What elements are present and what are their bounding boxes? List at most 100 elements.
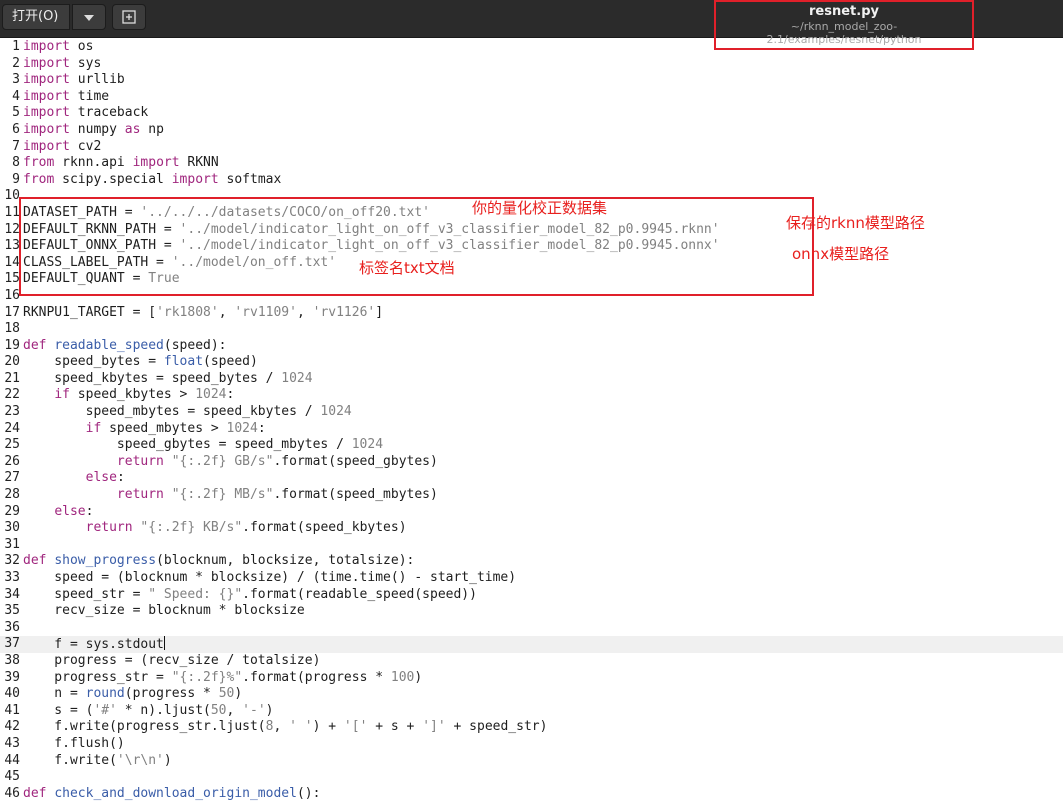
line-number: 10 <box>4 188 20 204</box>
code-line[interactable]: 20 speed_bytes = float(speed) <box>0 354 1063 371</box>
code-line[interactable]: 2 import sys <box>0 56 1063 73</box>
open-dropdown-button[interactable] <box>72 4 106 30</box>
code-line[interactable]: 35 recv_size = blocknum * blocksize <box>0 603 1063 620</box>
code-line[interactable]: 38 progress = (recv_size / totalsize) <box>0 653 1063 670</box>
code-line[interactable]: 28 return "{:.2f} MB/s".format(speed_mby… <box>0 487 1063 504</box>
code-token: return <box>116 453 164 469</box>
code-lines: 1 import os 2 import sys 3 import urllib 4 impo… <box>0 39 1063 802</box>
code-token: def <box>23 553 47 569</box>
code-line[interactable]: 4 import time <box>0 89 1063 106</box>
code-line[interactable]: 46 def check_and_download_origin_model(): <box>0 786 1063 803</box>
line-number: 45 <box>4 769 20 785</box>
code-token: return <box>116 487 164 503</box>
code-line[interactable]: 23 speed_mbytes = speed_kbytes / 1024 <box>0 404 1063 421</box>
code-token: as <box>124 121 141 137</box>
code-token: .format(progress * <box>242 669 391 685</box>
code-line[interactable]: 5 import traceback <box>0 105 1063 122</box>
line-number: 46 <box>4 785 20 801</box>
code-line[interactable]: 31 <box>0 537 1063 554</box>
code-line[interactable]: 32 def show_progress(blocknum, blocksize,… <box>0 553 1063 570</box>
code-token: return <box>85 520 133 536</box>
line-code: return "{:.2f} KB/s".format(speed_kbytes… <box>23 520 407 537</box>
code-line[interactable]: 9 from scipy.special import softmax <box>0 172 1063 189</box>
code-line[interactable]: 33 speed = (blocknum * blocksize) / (tim… <box>0 570 1063 587</box>
code-token: speed_kbytes > <box>69 387 196 403</box>
code-line[interactable]: 43 f.flush() <box>0 736 1063 753</box>
line-number: 27 <box>4 470 20 486</box>
code-line[interactable]: 39 progress_str = "{:.2f}%".format(progr… <box>0 670 1063 687</box>
code-token: ' ' <box>289 719 313 735</box>
code-line[interactable]: 36 <box>0 620 1063 637</box>
code-line[interactable]: 41 s = ('#' * n).ljust(50, '-') <box>0 703 1063 720</box>
code-line[interactable]: 27 else: <box>0 470 1063 487</box>
code-line[interactable]: 34 speed_str = " Speed: {}".format(reada… <box>0 587 1063 604</box>
code-token: 100 <box>390 669 415 685</box>
code-line[interactable]: 30 return "{:.2f} KB/s".format(speed_kby… <box>0 520 1063 537</box>
line-code: speed_kbytes = speed_bytes / 1024 <box>23 371 312 388</box>
code-token: (blocknum, blocksize, totalsize): <box>156 553 415 569</box>
code-line[interactable]: 26 return "{:.2f} GB/s".format(speed_gby… <box>0 454 1063 471</box>
code-line[interactable]: 8 from rknn.api import RKNN <box>0 155 1063 172</box>
code-line[interactable]: 7 import cv2 <box>0 139 1063 156</box>
code-token: from <box>23 155 55 171</box>
chevron-down-icon <box>84 15 94 21</box>
code-line[interactable]: 29 else: <box>0 504 1063 521</box>
code-line[interactable]: 25 speed_gbytes = speed_mbytes / 1024 <box>0 437 1063 454</box>
new-tab-button[interactable] <box>112 4 146 30</box>
code-line[interactable]: 42 f.write(progress_str.ljust(8, ' ') + … <box>0 719 1063 736</box>
code-line[interactable]: 44 f.write('\r\n') <box>0 753 1063 770</box>
code-token: speed = (blocknum * blocksize) / (time.t… <box>23 570 517 585</box>
line-number: 38 <box>4 652 20 668</box>
annotation-dataset-note: 你的量化校正数据集 <box>472 199 608 217</box>
code-token: "{:.2f} MB/s" <box>171 487 274 503</box>
open-button[interactable]: 打开(O) <box>2 4 70 30</box>
code-token: import <box>132 155 180 171</box>
header-bar: 打开(O) resnet.py ~/rknn_model_zoo-2.1/exa… <box>0 0 1063 50</box>
code-editor[interactable]: 1 import os 2 import sys 3 import urllib 4 impo… <box>0 38 1063 803</box>
line-code: def readable_speed(speed): <box>23 338 227 355</box>
code-line[interactable]: 22 if speed_kbytes > 1024: <box>0 387 1063 404</box>
line-number: 9 <box>12 171 20 187</box>
code-token: (speed): <box>163 337 227 353</box>
code-token: speed_str = <box>23 586 149 602</box>
line-number: 16 <box>4 287 20 303</box>
code-token: import <box>171 171 219 187</box>
code-line[interactable]: 19 def readable_speed(speed): <box>0 338 1063 355</box>
line-code: import cv2 <box>23 139 101 156</box>
line-number: 24 <box>4 420 20 436</box>
code-token: 'rv1109' <box>234 304 297 320</box>
code-line[interactable]: 45 <box>0 769 1063 786</box>
code-token: ] <box>375 304 384 320</box>
code-token: urllib <box>69 72 125 88</box>
code-token: '-' <box>242 702 266 718</box>
code-line[interactable]: 18 <box>0 321 1063 338</box>
code-line[interactable]: 3 import urllib <box>0 72 1063 89</box>
line-code: speed_bytes = float(speed) <box>23 354 258 371</box>
code-line[interactable]: 24 if speed_mbytes > 1024: <box>0 421 1063 438</box>
code-token: traceback <box>69 105 149 121</box>
code-line[interactable]: 21 speed_kbytes = speed_bytes / 1024 <box>0 371 1063 388</box>
line-code: f.flush() <box>23 735 125 753</box>
line-number: 22 <box>4 387 20 403</box>
code-token: + s + <box>367 719 423 735</box>
line-number: 18 <box>4 321 20 337</box>
code-line[interactable]: 40 n = round(progress * 50) <box>0 686 1063 703</box>
code-token: f.flush() <box>23 735 125 751</box>
code-token: (progress * <box>124 686 219 702</box>
code-line[interactable]: 37 f = sys.stdout <box>0 636 1063 653</box>
line-number: 39 <box>4 669 20 685</box>
code-token: import <box>23 105 70 121</box>
code-line[interactable]: 17 RKNPU1_TARGET = ['rk1808', 'rv1109', '… <box>0 305 1063 322</box>
line-code: from rknn.api import RKNN <box>23 155 219 172</box>
code-line[interactable]: 6 import numpy as np <box>0 122 1063 139</box>
line-code: return "{:.2f} GB/s".format(speed_gbytes… <box>23 454 438 471</box>
code-token: def <box>23 337 47 353</box>
line-code: return "{:.2f} MB/s".format(speed_mbytes… <box>23 487 438 504</box>
line-code: f.write(progress_str.ljust(8, ' ') + '['… <box>23 719 547 736</box>
code-token: "{:.2f}%" <box>171 669 243 685</box>
line-number: 3 <box>12 72 20 88</box>
